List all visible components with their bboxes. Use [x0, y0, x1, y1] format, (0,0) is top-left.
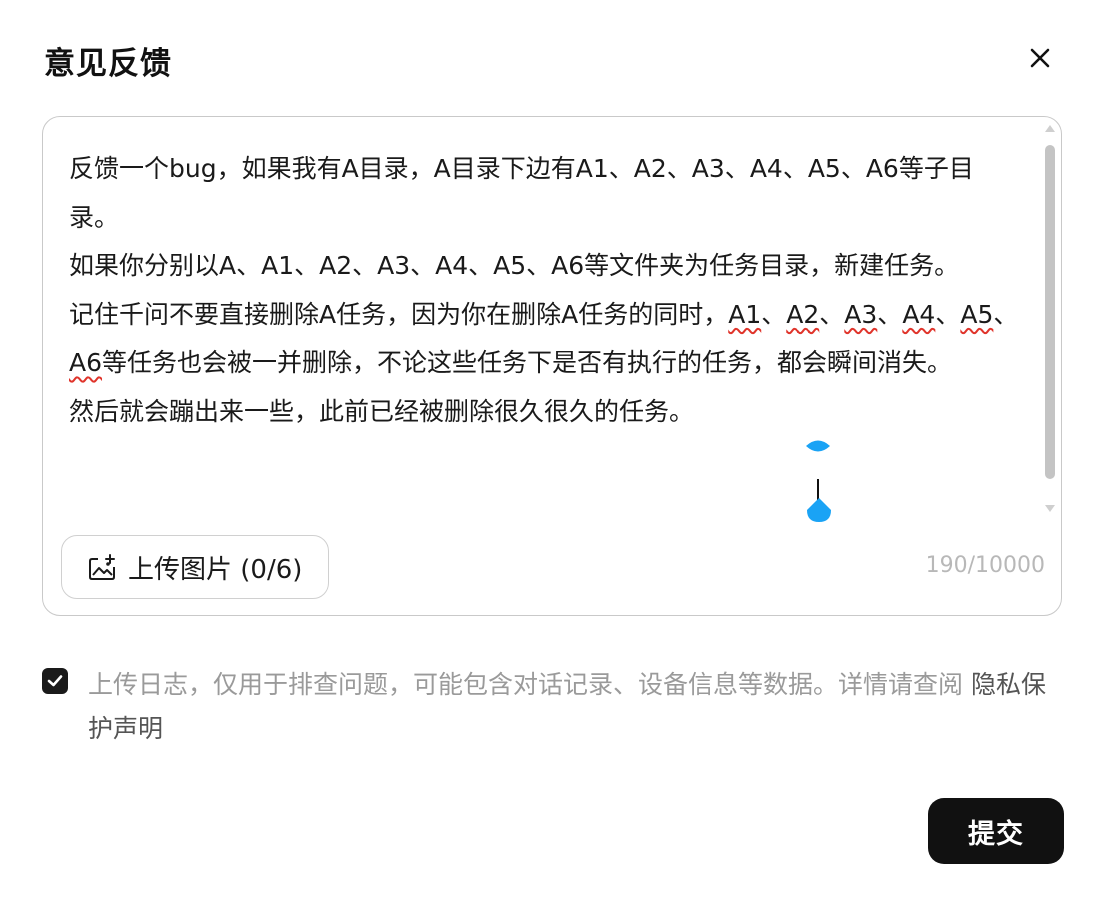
editor-paragraph: 如果你分别以A、A1、A2、A3、A4、A5、A6等文件夹为任务目录，新建任务。 — [69, 242, 1019, 291]
upload-log-checkbox[interactable] — [42, 668, 68, 694]
scroll-thumb[interactable] — [1045, 145, 1055, 479]
image-upload-icon — [89, 554, 115, 580]
spellcheck-word: A5 — [960, 299, 994, 329]
editor-text: 等任务也会被一并删除，不论这些任务下是否有执行的任务，都会瞬间消失。 — [102, 348, 953, 377]
close-icon — [1030, 48, 1050, 68]
consent-description: 上传日志，仅用于排查问题，可能包含对话记录、设备信息等数据。详情请查阅 — [88, 670, 971, 699]
editor-text: 、 — [993, 299, 1019, 329]
editor-paragraph: 记住千问不要直接删除A任务，因为你在删除A任务的同时，A1、A2、A3、A4、A… — [69, 291, 1019, 388]
spellcheck-word: A6 — [69, 348, 103, 377]
spellcheck-word: A1 — [728, 299, 762, 329]
editor-text: 然后就会蹦出来一些，此前已经被删除很久很久的任务。 — [69, 396, 695, 426]
feedback-textarea[interactable]: 反馈一个bug，如果我有A目录，A目录下边有A1、A2、A3、A4、A5、A6等… — [69, 145, 1019, 525]
submit-button[interactable]: 提交 — [928, 798, 1064, 864]
editor-text: 、 — [761, 299, 787, 329]
spellcheck-word: A2 — [786, 299, 820, 329]
editor-text: 反馈一个bug，如果我有A目录，A目录下边有A1、A2、A3、A4、A5、A6等… — [69, 154, 974, 232]
upload-image-button[interactable]: 上传图片 (0/6) — [61, 535, 330, 599]
scroll-down-arrow-icon[interactable] — [1045, 505, 1055, 512]
editor-paragraph: 反馈一个bug，如果我有A目录，A目录下边有A1、A2、A3、A4、A5、A6等… — [69, 145, 1019, 242]
selection-handle-top-icon[interactable] — [805, 433, 831, 459]
selection-handle-bottom-icon[interactable] — [806, 497, 832, 523]
spellcheck-word: A4 — [902, 299, 936, 329]
close-button[interactable] — [1022, 40, 1058, 76]
editor-text: 如果你分别以A、A1、A2、A3、A4、A5、A6等文件夹为任务目录，新建任务。 — [69, 251, 960, 280]
editor-paragraph: 然后就会蹦出来一些，此前已经被删除很久很久的任务。 — [69, 388, 1019, 437]
scroll-up-arrow-icon[interactable] — [1045, 125, 1055, 132]
character-counter: 190/10000 — [925, 553, 1045, 578]
editor-text: 、 — [877, 299, 903, 329]
dialog-title: 意见反馈 — [44, 46, 172, 82]
editor-text: 记住千问不要直接删除A任务，因为你在删除A任务的同时， — [69, 299, 729, 329]
consent-text: 上传日志，仅用于排查问题，可能包含对话记录、设备信息等数据。详情请查阅 隐私保护… — [88, 663, 1052, 751]
editor-text: 、 — [935, 299, 961, 329]
spellcheck-word: A3 — [844, 299, 878, 329]
checkmark-icon — [47, 675, 63, 687]
feedback-editor: 反馈一个bug，如果我有A目录，A目录下边有A1、A2、A3、A4、A5、A6等… — [42, 116, 1062, 616]
editor-text: 、 — [819, 299, 845, 329]
upload-label: 上传图片 (0/6) — [128, 554, 303, 585]
editor-scrollbar[interactable] — [1043, 121, 1057, 515]
